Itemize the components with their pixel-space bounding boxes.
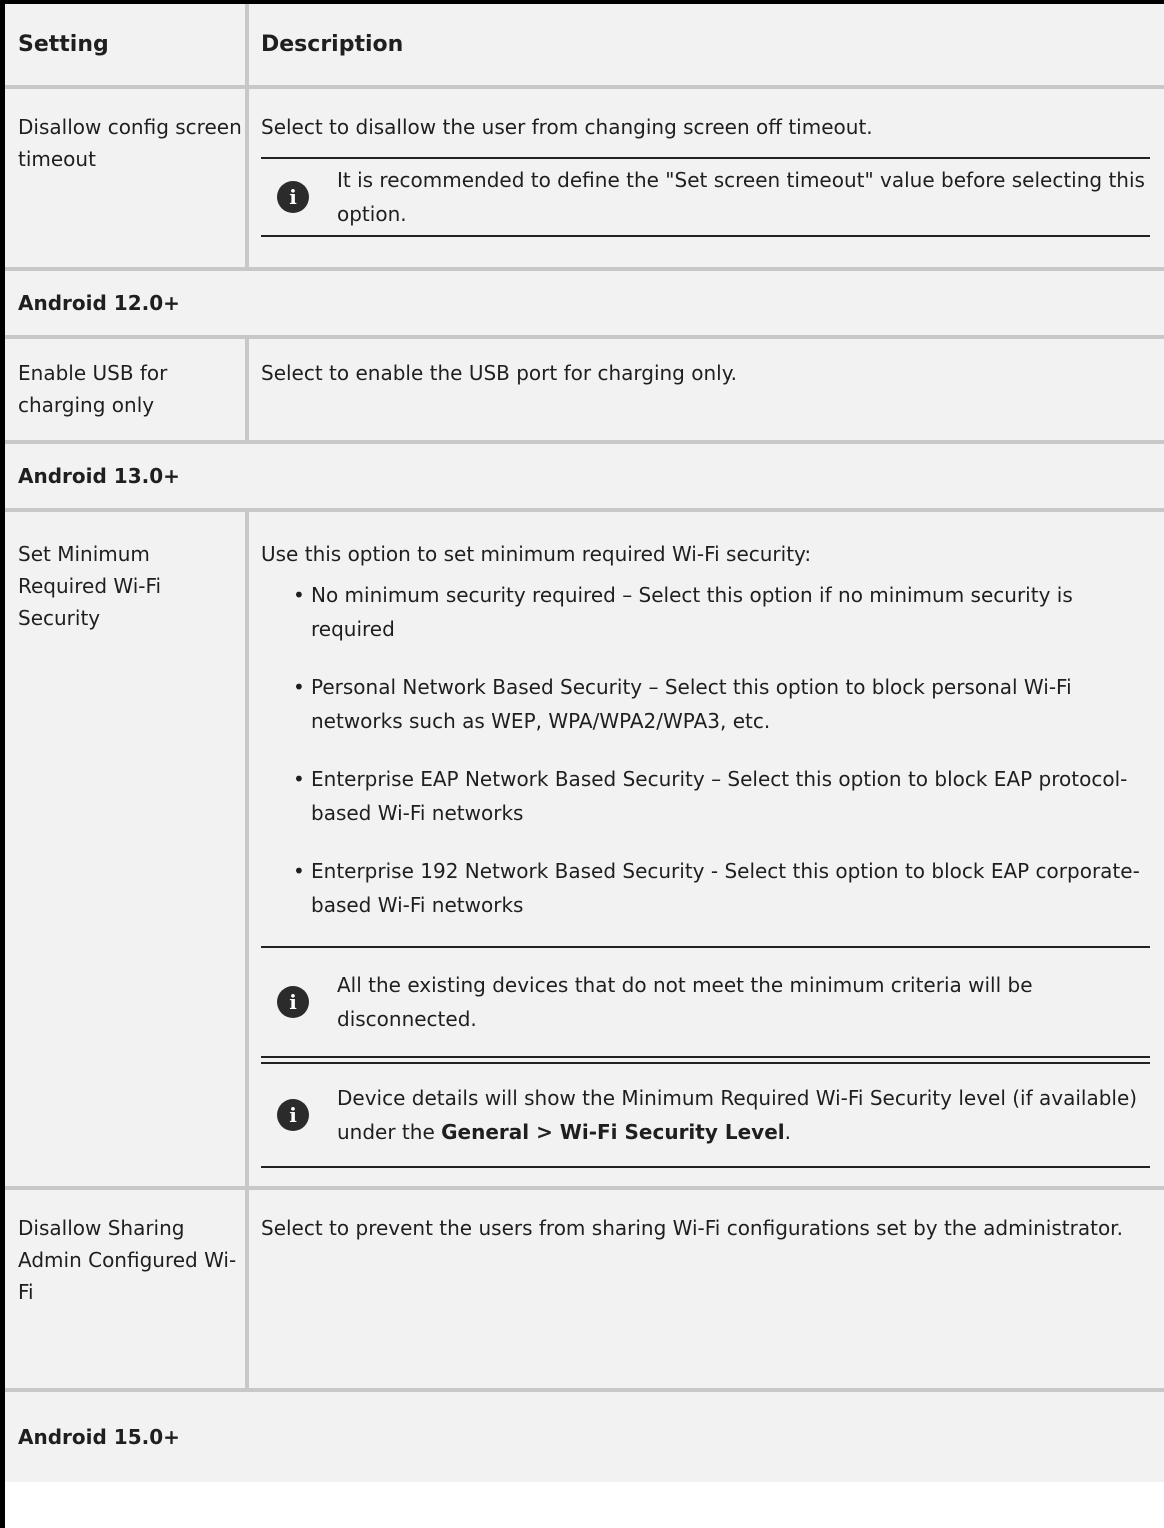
security-options-list: No minimum security required – Select th… (261, 578, 1150, 922)
note-text: All the existing devices that do not mee… (337, 973, 1033, 1031)
note-box: i It is recommended to define the "Set s… (261, 157, 1150, 237)
note-text-menu-path: General > Wi-Fi Security Level (441, 1120, 785, 1144)
settings-table: Setting Description Disallow config scre… (5, 4, 1164, 1482)
setting-label: Enable USB for charging only (5, 335, 249, 442)
list-item: Personal Network Based Security – Select… (293, 670, 1150, 738)
table-row: Disallow config screen timeout Select to… (5, 85, 1164, 269)
note-box: i All the existing devices that do not m… (261, 946, 1150, 1058)
setting-description: Select to prevent the users from sharing… (247, 1186, 1164, 1390)
column-header-setting: Setting (5, 4, 249, 87)
note-box: i Device details will show the Minimum R… (261, 1062, 1150, 1168)
setting-description: Select to enable the USB port for chargi… (247, 335, 1164, 442)
table-row: Set Minimum Required Wi-Fi Security Use … (5, 508, 1164, 1188)
list-item: Enterprise EAP Network Based Security – … (293, 762, 1150, 830)
note-text: It is recommended to define the "Set scr… (337, 168, 1145, 226)
list-item: Enterprise 192 Network Based Security - … (293, 854, 1150, 922)
section-row-android-15: Android 15.0+ (5, 1388, 1164, 1482)
setting-description: Use this option to set minimum required … (261, 542, 812, 566)
note-text-suffix: . (784, 1120, 791, 1144)
document-page: { "table": { "headers": {"setting": "Set… (0, 0, 1164, 1528)
section-row-android-13: Android 13.0+ (5, 440, 1164, 510)
info-icon: i (277, 181, 309, 213)
table-row: Disallow Sharing Admin Configured Wi-Fi … (5, 1186, 1164, 1390)
info-icon: i (277, 986, 309, 1018)
note-text: Device details will show the Minimum Req… (337, 1081, 1150, 1149)
table-row: Enable USB for charging only Select to e… (5, 335, 1164, 442)
section-title: Android 13.0+ (5, 440, 1164, 510)
section-title: Android 15.0+ (5, 1388, 1164, 1482)
table-header-row: Setting Description (5, 4, 1164, 87)
setting-label: Disallow Sharing Admin Configured Wi-Fi (5, 1186, 249, 1390)
info-icon: i (277, 1099, 309, 1131)
setting-label: Disallow config screen timeout (5, 85, 249, 269)
setting-label: Set Minimum Required Wi-Fi Security (5, 508, 249, 1188)
setting-description-cell: Use this option to set minimum required … (247, 508, 1164, 1188)
column-header-description: Description (247, 4, 1164, 87)
setting-description: Select to disallow the user from changin… (261, 115, 873, 139)
section-title: Android 12.0+ (5, 267, 1164, 337)
list-item: No minimum security required – Select th… (293, 578, 1150, 646)
setting-description-cell: Select to disallow the user from changin… (247, 85, 1164, 269)
section-row-android-12: Android 12.0+ (5, 267, 1164, 337)
